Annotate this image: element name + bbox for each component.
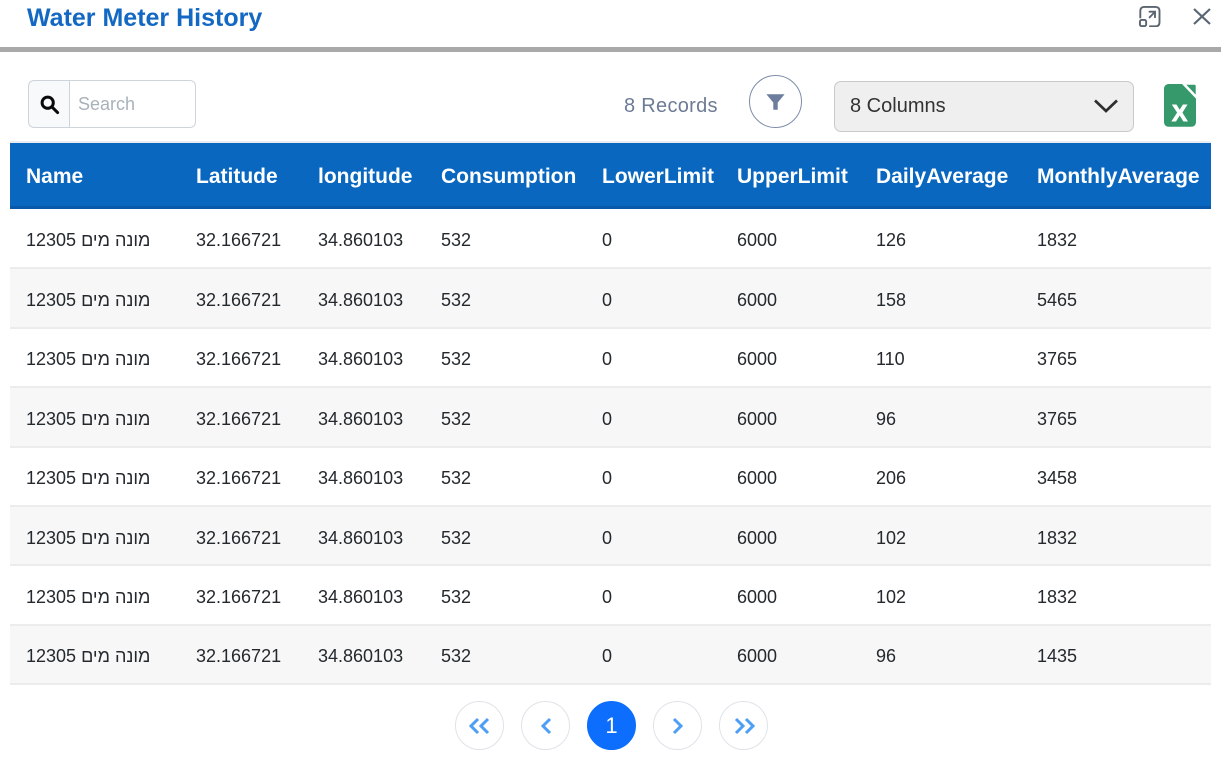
svg-text:X: X xyxy=(1172,100,1188,126)
